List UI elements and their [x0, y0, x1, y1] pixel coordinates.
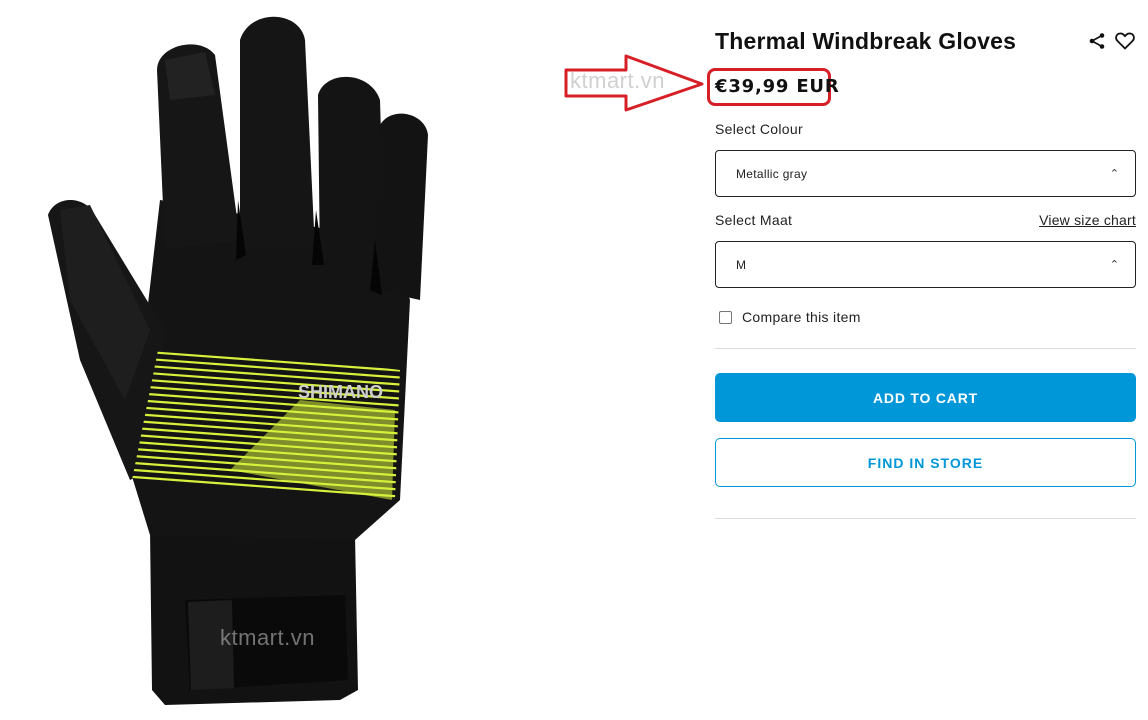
size-selected-value: M — [736, 257, 747, 272]
heart-icon[interactable] — [1115, 31, 1135, 51]
size-label: Select Maat — [715, 212, 793, 228]
annotation-arrow — [564, 54, 704, 112]
product-title: Thermal Windbreak Gloves — [715, 27, 1017, 54]
compare-row: Compare this item — [715, 308, 1136, 326]
size-chart-link[interactable]: View size chart — [1039, 212, 1136, 228]
divider — [715, 348, 1136, 349]
add-to-cart-button[interactable]: ADD TO CART — [715, 373, 1136, 422]
title-row: Thermal Windbreak Gloves — [715, 24, 1136, 58]
share-icon[interactable] — [1087, 31, 1107, 51]
compare-label: Compare this item — [742, 309, 861, 325]
product-price: €39,99 EUR — [715, 76, 840, 97]
find-in-store-button[interactable]: FIND IN STORE — [715, 438, 1136, 487]
colour-selected-value: Metallic gray — [736, 166, 808, 181]
size-select[interactable]: M ⌃ — [715, 241, 1136, 288]
chevron-up-icon: ⌃ — [1109, 259, 1119, 271]
brand-print: SHIMANO — [298, 382, 383, 402]
chevron-up-icon: ⌃ — [1109, 168, 1119, 180]
watermark: ktmart.vn — [220, 625, 315, 650]
title-actions — [1087, 31, 1135, 51]
product-image: SHIMANO — [0, 0, 560, 720]
divider — [715, 518, 1136, 519]
compare-checkbox[interactable] — [719, 310, 732, 324]
colour-label: Select Colour — [715, 121, 803, 137]
colour-select[interactable]: Metallic gray ⌃ — [715, 150, 1136, 197]
colour-label-row: Select Colour — [715, 120, 1136, 138]
size-label-row: Select Maat View size chart — [715, 211, 1136, 229]
price-block: €39,99 EUR — [707, 68, 1136, 106]
product-details: Thermal Windbreak Gloves €39,99 EUR Sele… — [707, 24, 1136, 519]
